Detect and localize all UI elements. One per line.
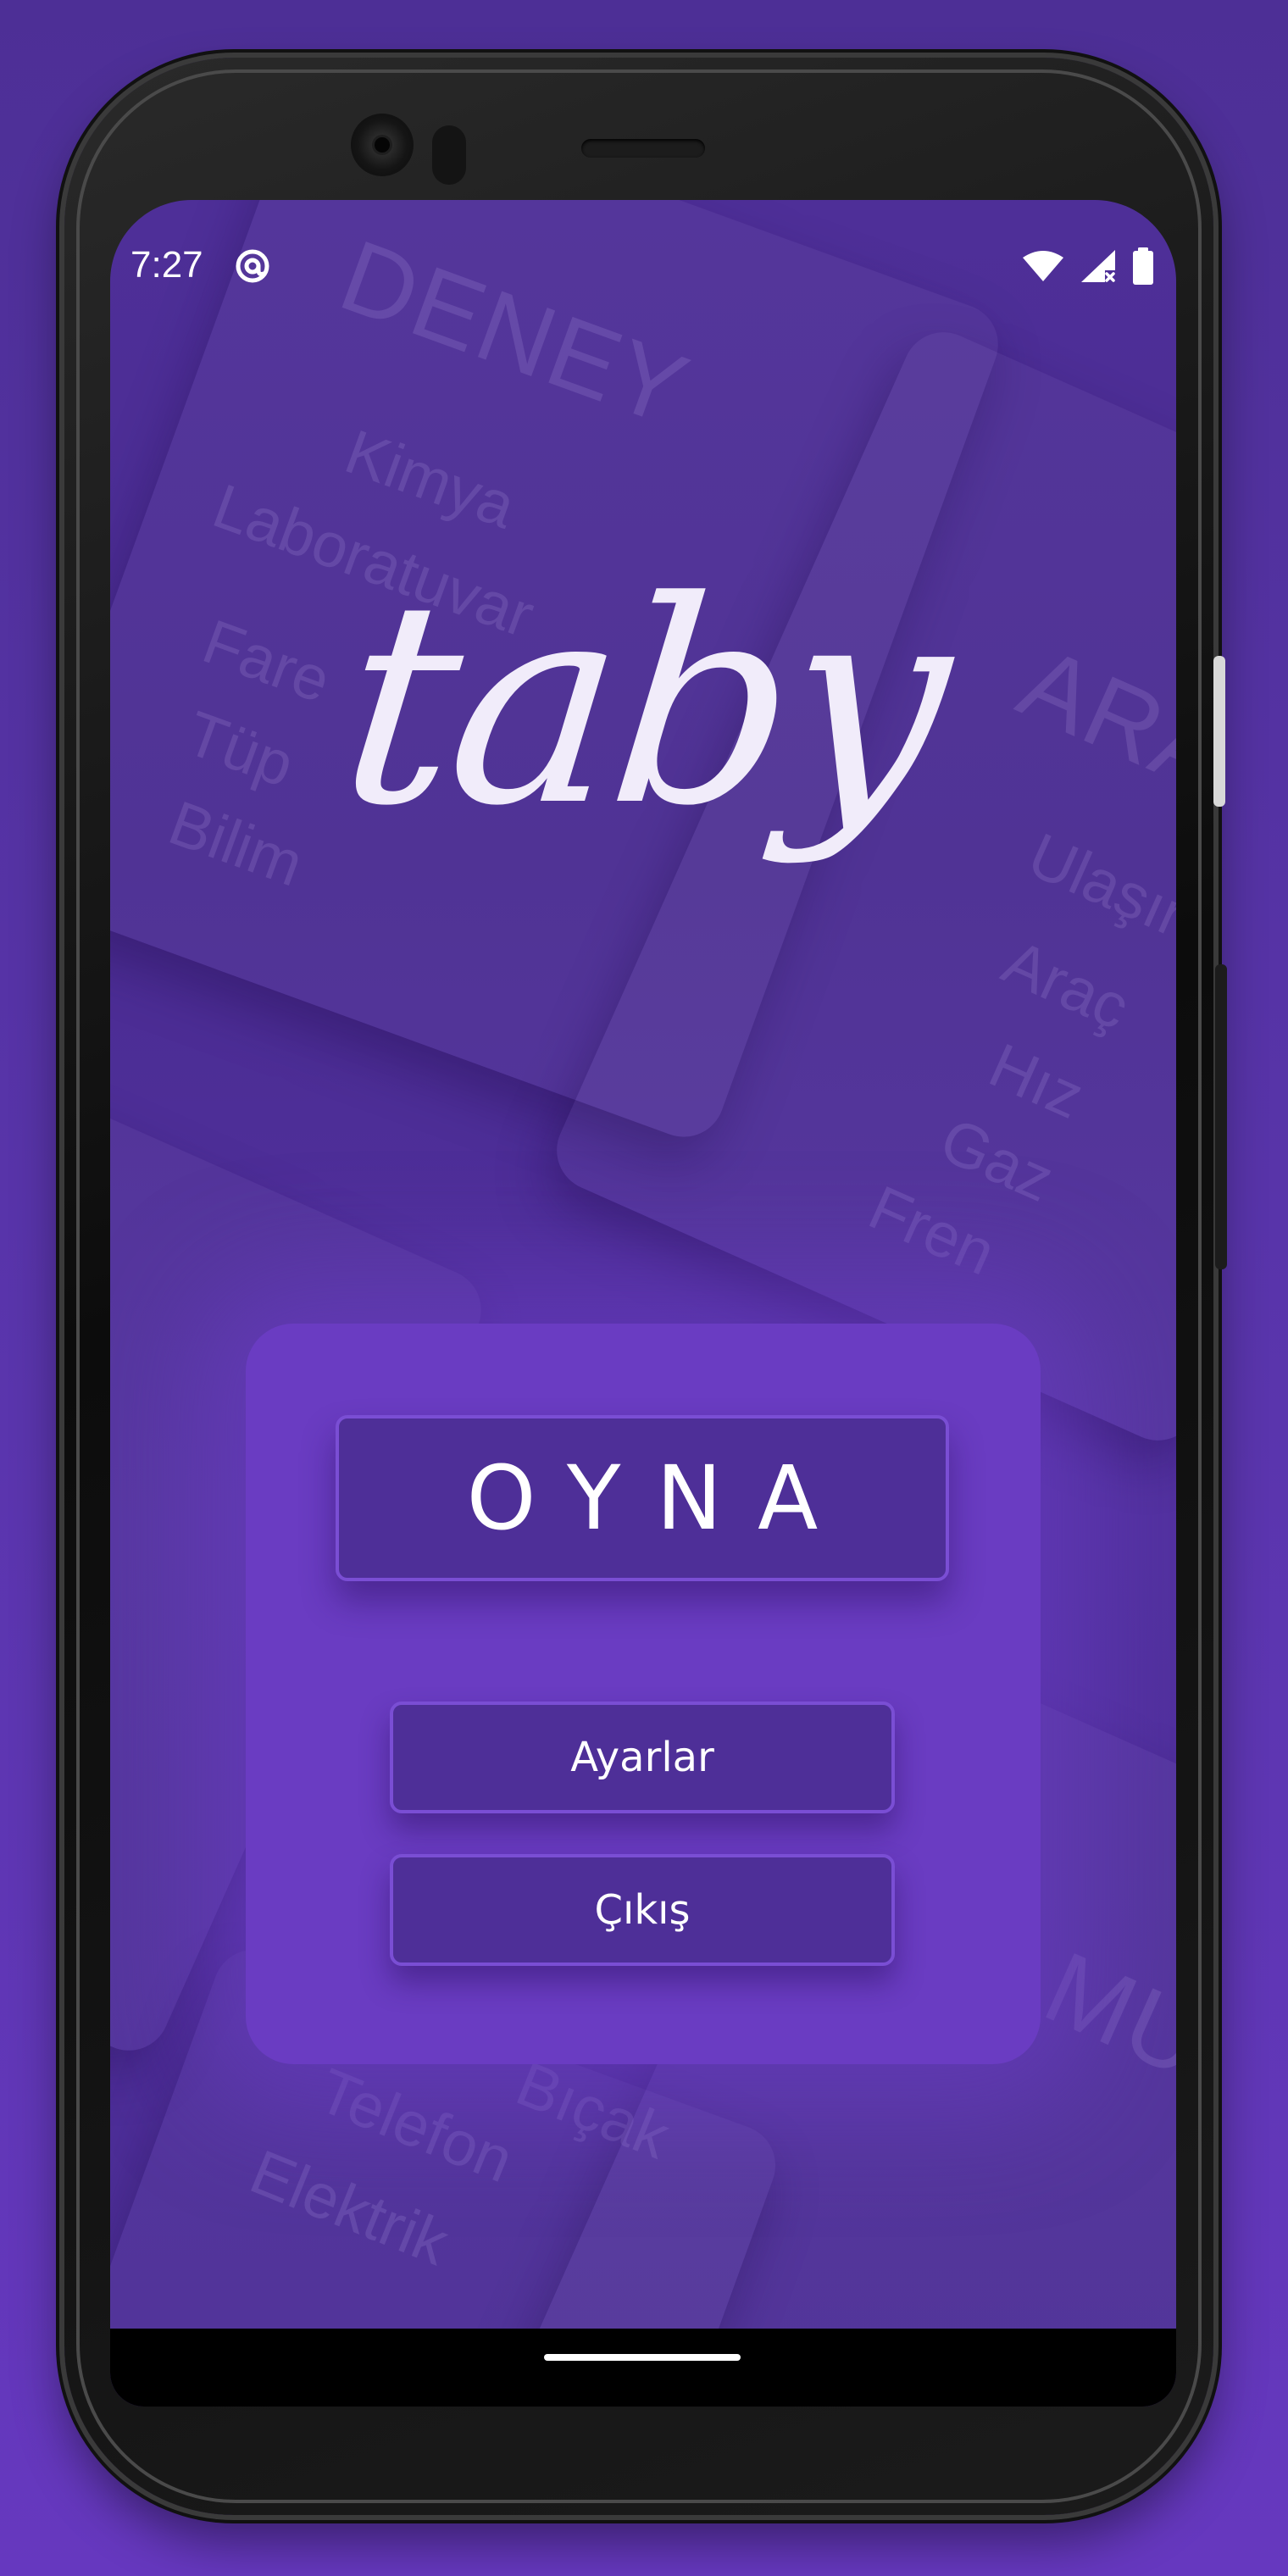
navigation-bar [110, 2329, 1176, 2407]
app-logo: taby [329, 541, 959, 867]
status-icons [1022, 246, 1154, 286]
exit-button[interactable]: Çıkış [390, 1854, 895, 1966]
status-bar: 7:27 [110, 200, 1176, 336]
battery-icon [1132, 247, 1154, 285]
earpiece-speaker [581, 139, 705, 158]
status-time: 7:27 [130, 244, 203, 286]
wifi-icon [1022, 249, 1064, 283]
proximity-sensor [432, 125, 466, 185]
settings-button[interactable]: Ayarlar [390, 1702, 895, 1813]
volume-button [1215, 964, 1227, 1269]
power-button [1213, 656, 1225, 807]
app-screen: DENEY Kimya Laboratuvar Fare Tüp Bilim A… [110, 200, 1176, 2407]
at-sign-icon [234, 247, 271, 285]
home-indicator[interactable] [544, 2354, 741, 2361]
play-button[interactable]: OYNA [336, 1415, 949, 1581]
signal-no-service-icon [1080, 248, 1117, 284]
main-menu-panel: OYNA Ayarlar Çıkış [246, 1324, 1041, 2064]
front-camera [351, 114, 414, 176]
